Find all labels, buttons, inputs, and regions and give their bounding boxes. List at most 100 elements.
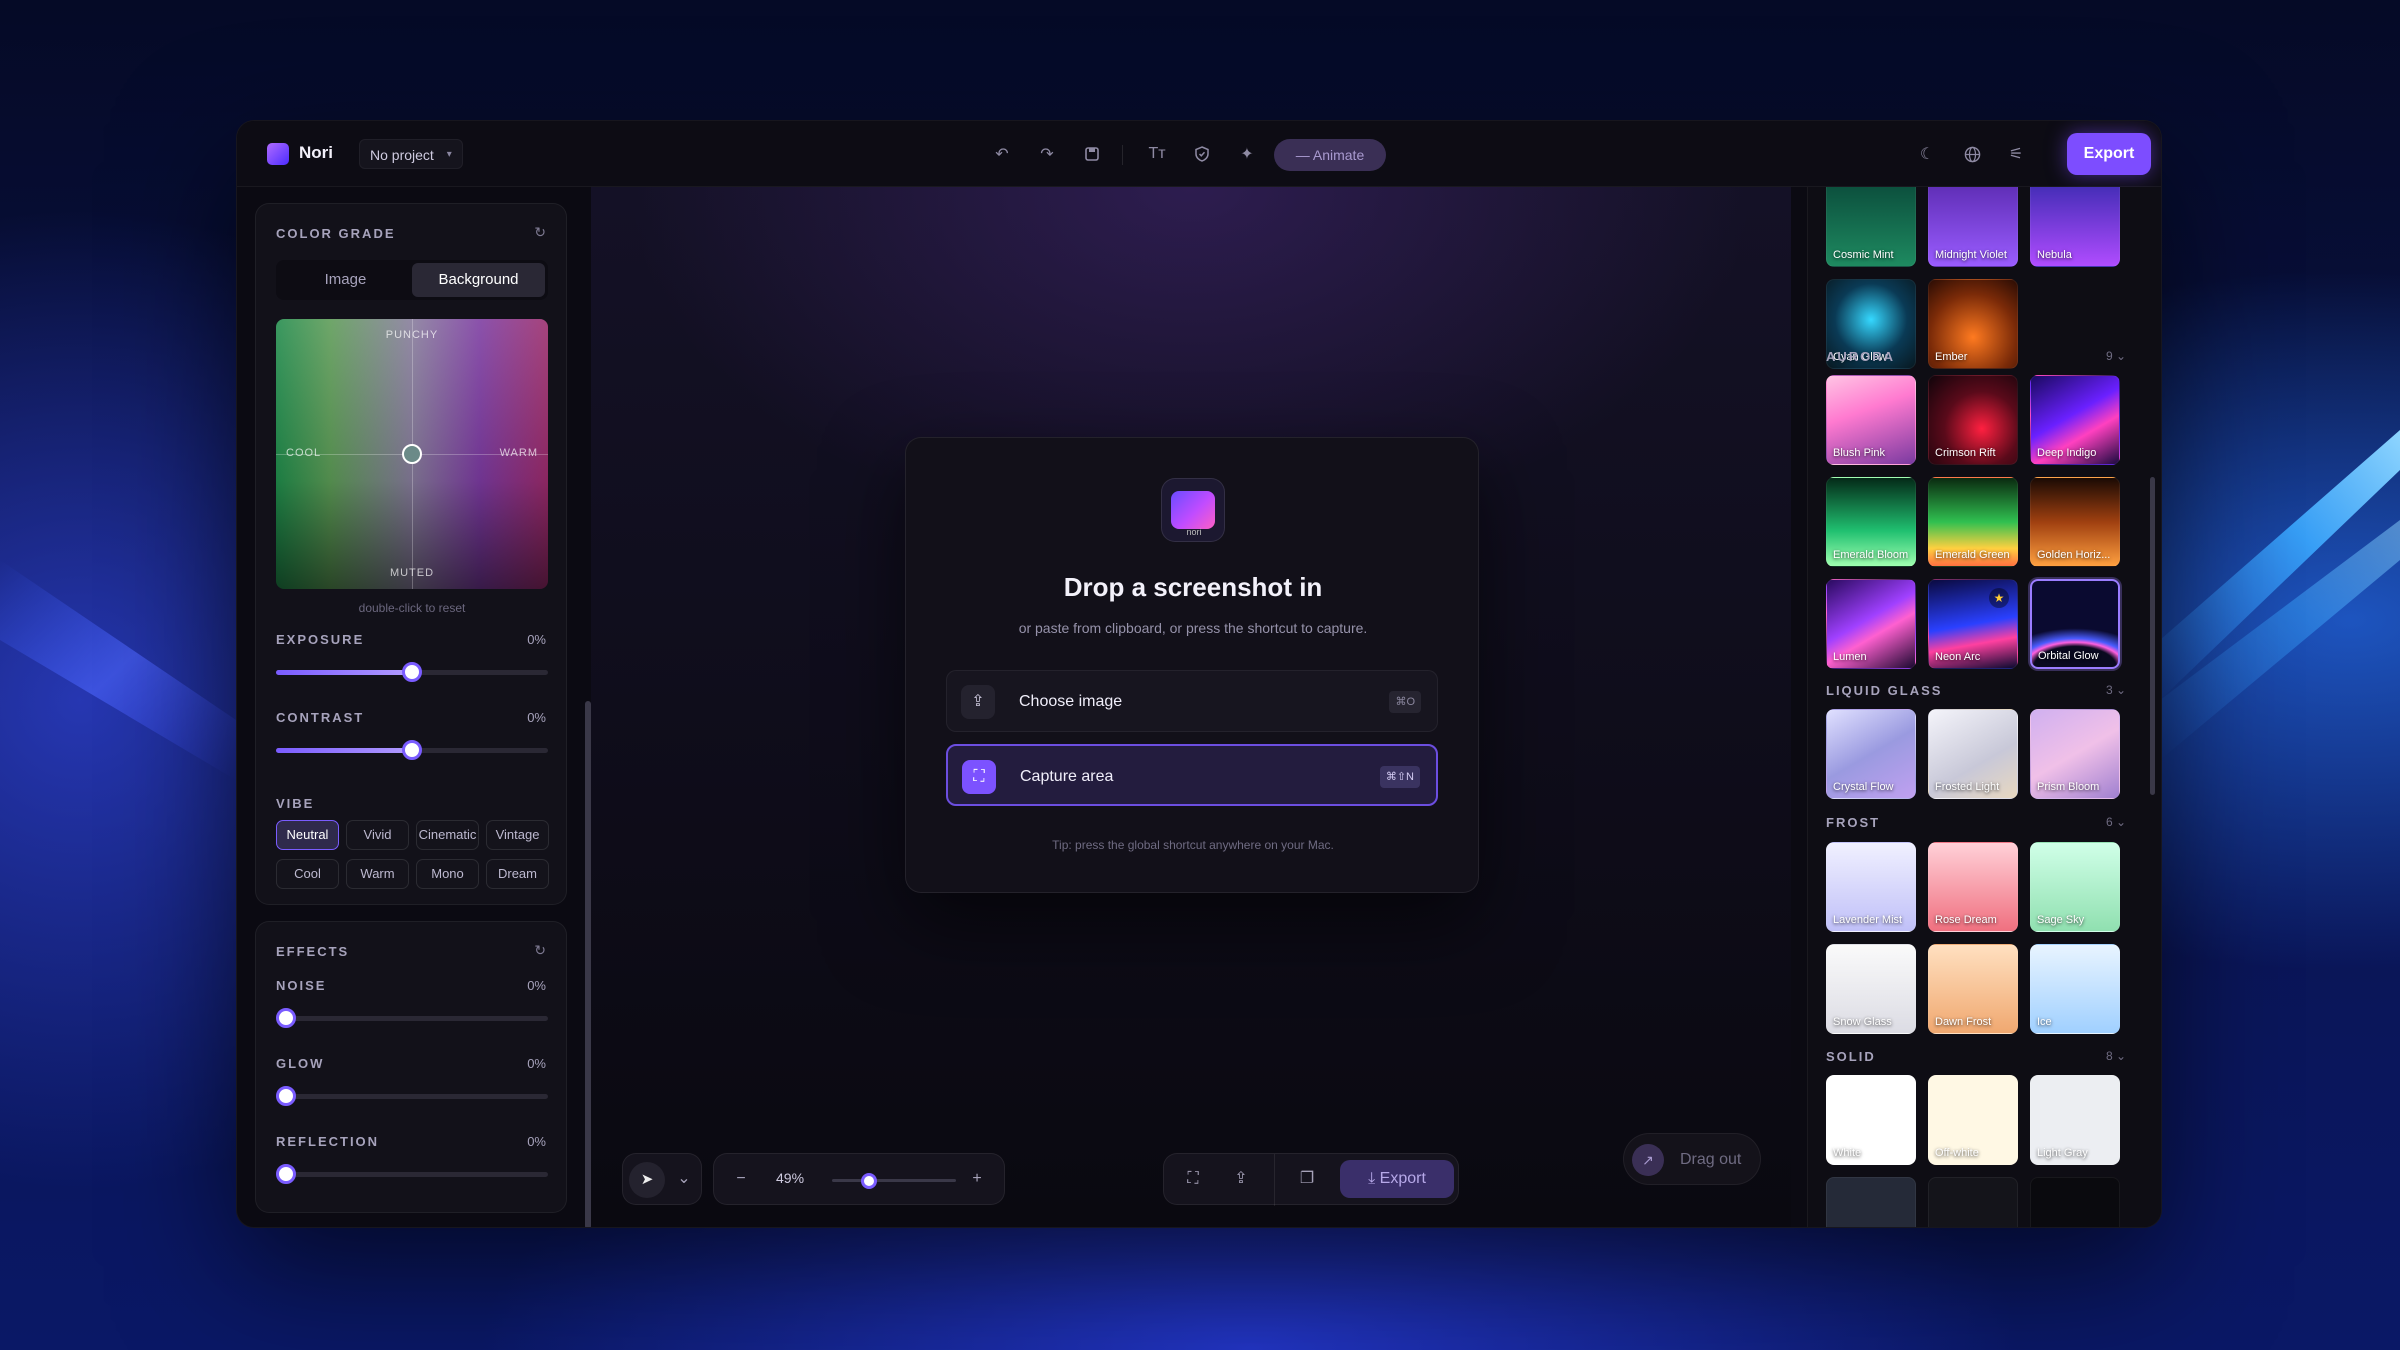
save-icon[interactable] bbox=[1080, 142, 1104, 166]
preset-light-gray[interactable]: Light Gray bbox=[2030, 1075, 2120, 1165]
preset-emerald-green[interactable]: Emerald Green bbox=[1928, 477, 2018, 567]
tab-background[interactable]: Background bbox=[412, 263, 545, 297]
nori-app-icon: nori bbox=[1161, 478, 1225, 542]
glow-thumb[interactable] bbox=[276, 1086, 296, 1106]
copy-icon[interactable]: ❐ bbox=[1296, 1168, 1318, 1190]
preset-lumen[interactable]: Lumen bbox=[1826, 579, 1916, 669]
preset-dawn-frost[interactable]: Dawn Frost bbox=[1928, 944, 2018, 1034]
tab-image[interactable]: Image bbox=[279, 263, 412, 297]
preset-deep-indigo[interactable]: Deep Indigo bbox=[2030, 375, 2120, 465]
upload-icon: ⇪ bbox=[961, 685, 995, 719]
preset-prism-bloom[interactable]: Prism Bloom bbox=[2030, 709, 2120, 799]
redo-icon[interactable]: ↷ bbox=[1035, 142, 1059, 166]
preset-neon-arc[interactable]: ★ Neon Arc bbox=[1928, 579, 2018, 669]
moon-icon[interactable]: ☾ bbox=[1915, 142, 1939, 166]
select-tool-group: ➤ ⌄ bbox=[622, 1153, 702, 1205]
glow-label: GLOW bbox=[276, 1056, 325, 1071]
reset-icon[interactable]: ↻ bbox=[534, 224, 546, 241]
bottom-export-label: Export bbox=[1379, 1170, 1426, 1187]
star-icon[interactable]: ★ bbox=[1989, 588, 2009, 608]
contrast-slider[interactable] bbox=[276, 740, 548, 760]
bottom-export-button[interactable]: ⤓ Export bbox=[1340, 1160, 1454, 1198]
vibe-vivid[interactable]: Vivid bbox=[346, 820, 409, 850]
preset-nebula[interactable]: Nebula bbox=[2030, 187, 2120, 267]
preset-rose-dream[interactable]: Rose Dream bbox=[1928, 842, 2018, 932]
arrow-up-right-icon: ↗ bbox=[1632, 1144, 1664, 1176]
vibe-neutral[interactable]: Neutral bbox=[276, 820, 339, 850]
globe-icon[interactable] bbox=[1960, 142, 1984, 166]
export-button[interactable]: Export bbox=[2067, 133, 2151, 175]
sparkle-icon[interactable]: ✦ bbox=[1235, 142, 1259, 166]
presets-scrollbar[interactable] bbox=[2150, 477, 2155, 795]
cursor-tool-icon[interactable]: ➤ bbox=[629, 1162, 665, 1198]
chevron-down-icon[interactable]: ⌄ bbox=[673, 1168, 695, 1190]
zoom-out-icon[interactable]: − bbox=[730, 1168, 752, 1190]
aurora-title: AURORA bbox=[1826, 349, 1896, 364]
preset-ice[interactable]: Ice bbox=[2030, 944, 2120, 1034]
noise-slider[interactable] bbox=[276, 1008, 548, 1028]
exposure-slider[interactable] bbox=[276, 662, 548, 682]
aurora-count[interactable]: 9 ⌄ bbox=[2106, 349, 2126, 363]
vibe-vintage[interactable]: Vintage bbox=[486, 820, 549, 850]
glow-slider[interactable] bbox=[276, 1086, 548, 1106]
capture-area-button[interactable]: ⛶ Capture area ⌘⇧N bbox=[946, 744, 1438, 806]
preset-label: Dawn Frost bbox=[1935, 1016, 1992, 1028]
preset-crystal-flow[interactable]: Crystal Flow bbox=[1826, 709, 1916, 799]
grade-handle[interactable] bbox=[402, 444, 422, 464]
share-icon[interactable]: ⇪ bbox=[1230, 1168, 1252, 1190]
zoom-in-icon[interactable]: + bbox=[966, 1168, 988, 1190]
preset-midnight-violet[interactable]: Midnight Violet bbox=[1928, 187, 2018, 267]
vibe-dream[interactable]: Dream bbox=[486, 859, 549, 889]
preset-black[interactable] bbox=[2030, 1177, 2120, 1227]
divider bbox=[1274, 1154, 1275, 1206]
frost-count[interactable]: 6 ⌄ bbox=[2106, 815, 2126, 829]
preset-label: Golden Horiz... bbox=[2037, 549, 2111, 561]
text-size-icon[interactable]: Tт bbox=[1145, 142, 1169, 166]
preset-cosmic-mint[interactable]: Cosmic Mint bbox=[1826, 187, 1916, 267]
preset-charcoal[interactable] bbox=[1928, 1177, 2018, 1227]
exposure-thumb[interactable] bbox=[402, 662, 422, 682]
vibe-cinematic[interactable]: Cinematic bbox=[416, 820, 479, 850]
preset-off-white[interactable]: Off-white bbox=[1928, 1075, 2018, 1165]
animate-button[interactable]: — Animate bbox=[1274, 139, 1386, 171]
preset-ember[interactable]: Ember bbox=[1928, 279, 2018, 369]
preset-blush-pink[interactable]: Blush Pink bbox=[1826, 375, 1916, 465]
preset-snow-glass[interactable]: Snow Glass bbox=[1826, 944, 1916, 1034]
undo-icon[interactable]: ↶ bbox=[990, 142, 1014, 166]
project-dropdown[interactable]: No project ▾ bbox=[359, 139, 463, 169]
preset-orbital-glow[interactable]: Orbital Glow bbox=[2030, 579, 2120, 669]
grid-label-bottom: MUTED bbox=[389, 567, 435, 579]
capture-frame-icon: ⛶ bbox=[962, 760, 996, 794]
noise-thumb[interactable] bbox=[276, 1008, 296, 1028]
preset-label: Crystal Flow bbox=[1833, 781, 1894, 793]
reset-icon[interactable]: ↻ bbox=[534, 942, 546, 959]
preset-label: Light Gray bbox=[2037, 1147, 2088, 1159]
preset-sage-sky[interactable]: Sage Sky bbox=[2030, 842, 2120, 932]
preset-frosted-light[interactable]: Frosted Light bbox=[1928, 709, 2018, 799]
preset-label: Deep Indigo bbox=[2037, 447, 2097, 459]
preset-emerald-bloom[interactable]: Emerald Bloom bbox=[1826, 477, 1916, 567]
vibe-cool[interactable]: Cool bbox=[276, 859, 339, 889]
solid-title: SOLID bbox=[1826, 1049, 1876, 1064]
vibe-label: VIBE bbox=[276, 796, 315, 811]
fullscreen-icon[interactable]: ⛶ bbox=[1182, 1168, 1204, 1190]
preset-slate[interactable] bbox=[1826, 1177, 1916, 1227]
zoom-thumb[interactable] bbox=[860, 1173, 877, 1189]
preset-golden-horizon[interactable]: Golden Horiz... bbox=[2030, 477, 2120, 567]
preset-lavender-mist[interactable]: Lavender Mist bbox=[1826, 842, 1916, 932]
contrast-thumb[interactable] bbox=[402, 740, 422, 760]
vibe-warm[interactable]: Warm bbox=[346, 859, 409, 889]
color-grade-pad[interactable]: PUNCHY MUTED COOL WARM bbox=[276, 319, 548, 589]
reflection-slider[interactable] bbox=[276, 1164, 548, 1184]
solid-count[interactable]: 8 ⌄ bbox=[2106, 1049, 2126, 1063]
reflection-thumb[interactable] bbox=[276, 1164, 296, 1184]
vibe-mono[interactable]: Mono bbox=[416, 859, 479, 889]
zoom-slider[interactable] bbox=[832, 1173, 956, 1189]
liquid-glass-count[interactable]: 3 ⌄ bbox=[2106, 683, 2126, 697]
shield-icon[interactable] bbox=[1190, 142, 1214, 166]
sliders-icon[interactable]: ⚟ bbox=[2004, 142, 2028, 166]
choose-image-button[interactable]: ⇪ Choose image ⌘O bbox=[946, 670, 1438, 732]
preset-crimson-rift[interactable]: Crimson Rift bbox=[1928, 375, 2018, 465]
preset-white[interactable]: White bbox=[1826, 1075, 1916, 1165]
drag-out-button[interactable]: ↗ Drag out bbox=[1623, 1133, 1761, 1185]
